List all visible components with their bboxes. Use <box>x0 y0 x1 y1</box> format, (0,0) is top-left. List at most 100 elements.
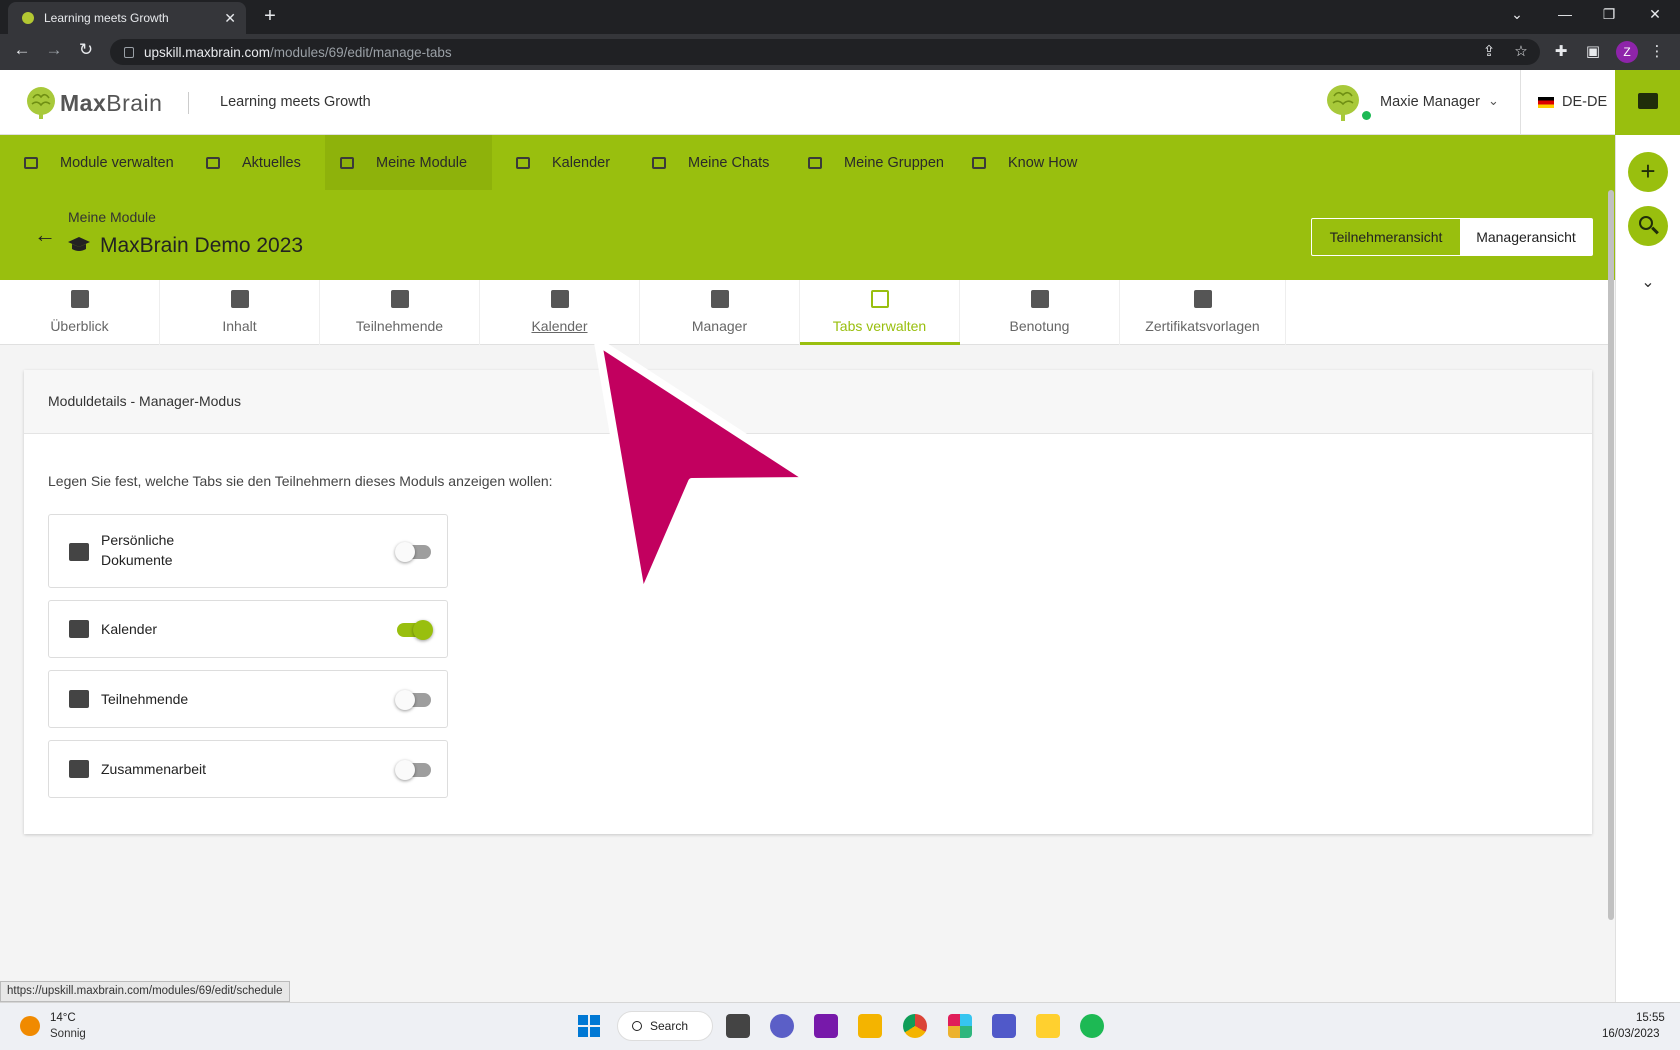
tab-ueberblick[interactable]: Überblick <box>0 280 160 345</box>
new-tab-button[interactable]: + <box>256 6 284 28</box>
nav-meine-module[interactable]: Meine Module <box>340 135 467 190</box>
person-document-icon <box>69 543 89 561</box>
people-icon <box>69 690 89 708</box>
nav-meine-gruppen[interactable]: Meine Gruppen <box>808 135 944 190</box>
miro-icon[interactable] <box>1036 1014 1060 1038</box>
header-divider <box>188 92 189 114</box>
url-host: upskill.maxbrain.com <box>144 44 271 60</box>
profile-avatar[interactable]: Z <box>1616 41 1638 63</box>
spotify-icon[interactable] <box>1080 1014 1104 1038</box>
sun-icon[interactable] <box>20 1016 40 1036</box>
slack-icon[interactable] <box>948 1014 972 1038</box>
german-flag-icon <box>1538 97 1554 108</box>
user-avatar[interactable] <box>1326 84 1360 122</box>
share-icon[interactable]: ⇪ <box>1478 42 1500 60</box>
task-view-icon[interactable] <box>726 1014 750 1038</box>
tagline: Learning meets Growth <box>220 94 371 110</box>
shared-folder-icon <box>69 760 89 778</box>
nav-label: Meine Gruppen <box>844 154 944 171</box>
address-bar[interactable]: upskill.maxbrain.com/modules/69/edit/man… <box>110 39 1540 65</box>
nav-kalender[interactable]: Kalender <box>516 135 610 190</box>
folder-icon <box>230 290 249 308</box>
people-icon <box>390 290 409 308</box>
logo-text-bold: Max <box>60 90 107 116</box>
add-button[interactable]: + <box>1628 152 1668 192</box>
chrome-icon[interactable] <box>903 1014 927 1038</box>
browser-menu-icon[interactable]: ⋮ <box>1646 42 1668 60</box>
weather-temperature: 14°C <box>50 1012 76 1024</box>
tab-setting-persoenliche-dokumente: Persönliche Dokumente <box>48 514 448 588</box>
news-icon <box>206 156 220 169</box>
nav-module-verwalten[interactable]: Module verwalten <box>24 135 174 190</box>
windows-start-icon[interactable] <box>578 1015 600 1037</box>
nav-label: Kalender <box>552 154 611 171</box>
participant-view-button[interactable]: Teilnehmeransicht <box>1312 219 1460 255</box>
dashboard-icon <box>70 290 89 308</box>
tab-label: Inhalt <box>222 318 257 334</box>
page-title: MaxBrain Demo 2023 <box>100 234 304 257</box>
nav-aktuelles[interactable]: Aktuelles <box>206 135 301 190</box>
tab-benotung[interactable]: Benotung <box>960 280 1120 345</box>
close-window-icon[interactable]: ✕ <box>1640 6 1670 23</box>
header-divider-2 <box>1520 70 1521 135</box>
back-icon[interactable]: ← <box>10 40 34 60</box>
back-arrow-icon[interactable]: ← <box>34 222 56 248</box>
page-scrollbar[interactable] <box>1608 190 1614 920</box>
card-title: Moduldetails - Manager-Modus <box>48 393 241 409</box>
module-icon <box>24 156 38 169</box>
tab-setting-teilnehmende: Teilnehmende <box>48 670 448 728</box>
taskbar-search[interactable]: Search <box>617 1011 713 1041</box>
tab-zertifikatsvorlagen[interactable]: Zertifikatsvorlagen <box>1120 280 1286 345</box>
side-panel-icon[interactable]: ▣ <box>1582 42 1604 60</box>
tab-label: Überblick <box>50 318 109 334</box>
nav-know-how[interactable]: Know How <box>972 135 1077 190</box>
meet-icon[interactable] <box>770 1014 794 1038</box>
restore-icon[interactable]: ❐ <box>1594 6 1624 23</box>
bookmark-star-icon[interactable]: ☆ <box>1510 42 1532 60</box>
search-button[interactable] <box>1628 206 1668 246</box>
tab-setting-label: Kalender <box>101 621 158 637</box>
expand-chevron-icon[interactable]: ⌄ <box>1636 272 1660 292</box>
forward-icon[interactable]: → <box>42 40 66 60</box>
status-url: https://upskill.maxbrain.com/modules/69/… <box>0 981 290 1002</box>
browser-tab-title: Learning meets Growth <box>44 11 169 25</box>
browser-tabstrip <box>0 0 1680 34</box>
manager-people-icon <box>710 290 729 308</box>
minimize-icon[interactable]: — <box>1550 6 1580 22</box>
extensions-icon[interactable]: ✚ <box>1550 42 1572 60</box>
toggle-kalender[interactable] <box>397 620 433 640</box>
brain-logo-icon <box>27 87 55 119</box>
tab-setting-label: Persönliche Dokumente <box>101 532 175 568</box>
tab-teilnehmende[interactable]: Teilnehmende <box>320 280 480 345</box>
user-menu[interactable]: Maxie Manager <box>1380 94 1480 110</box>
file-explorer-icon[interactable] <box>858 1014 882 1038</box>
cursor-arrow-icon <box>594 338 816 602</box>
graduation-cap-icon <box>68 237 90 251</box>
breadcrumb[interactable]: Meine Module <box>68 209 156 225</box>
toggle-teilnehmende[interactable] <box>395 690 431 710</box>
tab-label: Manager <box>691 318 748 334</box>
language-switcher[interactable]: DE-DE <box>1562 94 1607 110</box>
card-description: Legen Sie fest, welche Tabs sie den Teil… <box>48 473 553 489</box>
tab-inhalt[interactable]: Inhalt <box>160 280 320 345</box>
nav-meine-chats[interactable]: Meine Chats <box>652 135 769 190</box>
tab-search-icon[interactable]: ⌄ <box>1502 6 1532 23</box>
nav-label: Meine Module <box>376 154 468 171</box>
grade-document-icon <box>1030 290 1049 308</box>
manager-view-button[interactable]: Manageransicht <box>1460 219 1592 255</box>
browser-tab[interactable]: Learning meets Growth ✕ <box>8 2 246 34</box>
toggle-zusammenarbeit[interactable] <box>395 760 431 780</box>
reload-icon[interactable]: ↻ <box>74 40 98 60</box>
brand-logo[interactable]: MaxBrain <box>60 90 162 117</box>
nav-label: Module verwalten <box>60 154 174 171</box>
lock-icon <box>124 46 134 58</box>
chevron-down-icon[interactable]: ⌄ <box>1488 93 1499 109</box>
browser-window-icon <box>870 290 889 308</box>
teams-icon[interactable] <box>992 1014 1016 1038</box>
tab-label: Teilnehmende <box>355 318 444 334</box>
onenote-icon[interactable] <box>814 1014 838 1038</box>
calendar-icon <box>69 620 89 638</box>
clock-time: 15:55 <box>1636 1012 1665 1024</box>
close-tab-icon[interactable]: ✕ <box>224 10 236 27</box>
toggle-persoenliche-dokumente[interactable] <box>395 542 431 562</box>
